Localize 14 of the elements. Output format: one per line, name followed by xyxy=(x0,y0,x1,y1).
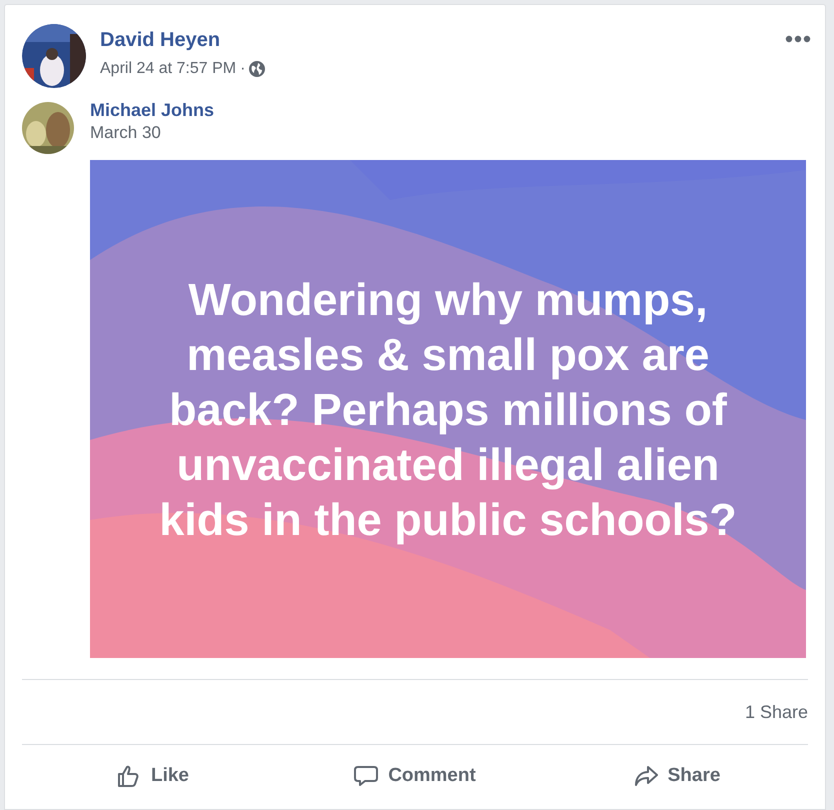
like-button[interactable]: Like xyxy=(110,758,196,794)
share-button[interactable]: Share xyxy=(628,758,726,794)
separator: · xyxy=(240,59,246,79)
comment-button[interactable]: Comment xyxy=(348,758,482,794)
like-icon xyxy=(116,764,141,788)
author-name[interactable]: David Heyen xyxy=(100,27,266,53)
author-name[interactable]: Michael Johns xyxy=(90,98,214,122)
share-count[interactable]: 1 Share xyxy=(744,698,808,726)
globe-icon[interactable] xyxy=(249,61,266,77)
post-date[interactable]: March 30 xyxy=(90,122,214,144)
comment-icon xyxy=(354,764,378,788)
share-icon xyxy=(634,764,658,788)
post-timestamp[interactable]: April 24 at 7:57 PM xyxy=(100,57,236,81)
more-options-icon[interactable] xyxy=(785,35,811,43)
